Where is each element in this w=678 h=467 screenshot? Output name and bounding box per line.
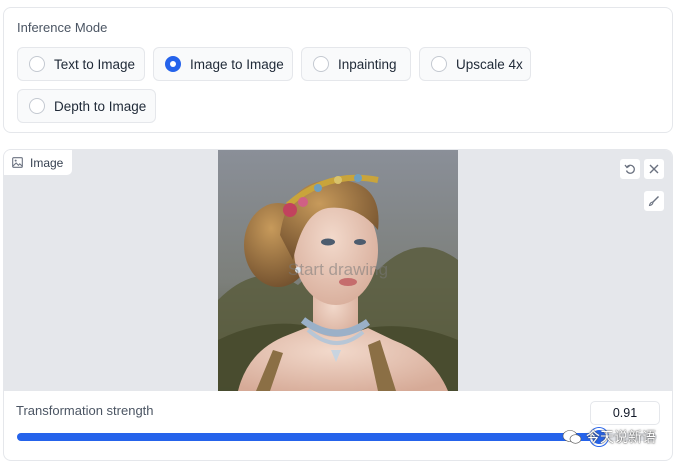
wechat-icon <box>562 430 582 444</box>
inference-mode-title: Inference Mode <box>17 20 108 35</box>
strength-label: Transformation strength <box>16 403 154 418</box>
clear-button[interactable] <box>643 158 665 180</box>
portrait-image <box>218 150 458 391</box>
radio-depth-to-image[interactable]: Depth to Image <box>17 89 156 123</box>
radio-circle-text-to-image[interactable] <box>29 56 45 72</box>
image-label-text: Image <box>30 155 64 170</box>
undo-icon <box>624 164 635 174</box>
close-icon <box>649 164 659 174</box>
watermark: 今天说新语 <box>562 427 656 447</box>
image-canvas[interactable]: Start drawing Image <box>4 150 672 391</box>
strength-value-input[interactable]: 0.91 <box>590 401 660 425</box>
radio-image-to-image[interactable]: Image to Image <box>153 47 293 81</box>
image-label: Image <box>4 150 74 176</box>
uploaded-image[interactable] <box>218 150 458 391</box>
radio-inpainting[interactable]: Inpainting <box>301 47 411 81</box>
strength-slider[interactable] <box>17 428 657 446</box>
watermark-text: 今天说新语 <box>586 429 656 445</box>
image-panel: Start drawing Image Transformation stren… <box>3 149 673 461</box>
brush-button[interactable] <box>643 190 665 212</box>
undo-button[interactable] <box>619 158 641 180</box>
brush-icon <box>648 196 659 207</box>
radio-label-inpainting: Inpainting <box>338 56 397 72</box>
radio-circle-depth-to-image[interactable] <box>29 98 45 114</box>
radio-upscale-4x[interactable]: Upscale 4x <box>419 47 531 81</box>
slider-fill <box>17 433 600 441</box>
image-icon <box>12 157 23 168</box>
radio-text-to-image[interactable]: Text to Image <box>17 47 145 81</box>
radio-label-depth-to-image: Depth to Image <box>54 98 147 114</box>
radio-circle-inpainting[interactable] <box>313 56 329 72</box>
inference-mode-panel: Inference Mode Text to Image Image to Im… <box>3 7 673 133</box>
radio-label-image-to-image: Image to Image <box>190 56 284 72</box>
radio-label-upscale-4x: Upscale 4x <box>456 56 523 72</box>
radio-circle-upscale-4x[interactable] <box>431 56 447 72</box>
radio-circle-image-to-image[interactable] <box>165 56 181 72</box>
radio-label-text-to-image: Text to Image <box>54 56 136 72</box>
